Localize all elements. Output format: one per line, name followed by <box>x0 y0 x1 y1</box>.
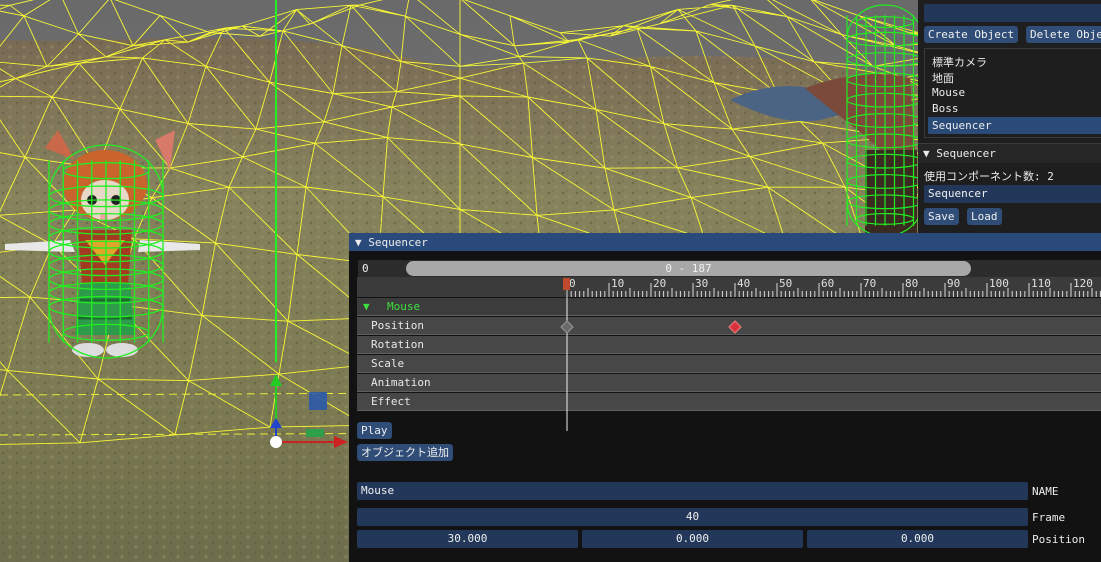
track-label: Rotation <box>371 338 424 351</box>
ruler-tick-label: 110 <box>1031 277 1051 290</box>
ruler-tick-label: 20 <box>653 277 666 290</box>
save-button[interactable]: Save <box>924 208 959 225</box>
track-row[interactable]: Rotation <box>357 336 1101 354</box>
frame-range-label: 0 - 187 <box>665 262 712 275</box>
position-z-field[interactable]: 0.000 <box>807 530 1028 548</box>
position-y-value: 0.000 <box>675 532 710 545</box>
sequencer-title: ▼ Sequencer <box>355 236 428 249</box>
load-button[interactable]: Load <box>967 208 1002 225</box>
ruler-tick-label: 50 <box>779 277 792 290</box>
frame-slider[interactable]: 40 <box>357 508 1028 526</box>
list-item[interactable]: 地面 <box>932 70 954 86</box>
track-label: Position <box>371 319 424 332</box>
track-label: Scale <box>371 357 405 370</box>
object-name-input[interactable] <box>924 4 1101 22</box>
frame-label: Frame <box>1032 511 1066 524</box>
track-row[interactable]: Position <box>357 317 1101 335</box>
group-row-mouse[interactable]: ▼ Mouse <box>357 298 1101 316</box>
ruler-tick-label: 120 <box>1073 277 1093 290</box>
position-x-field[interactable]: 30.000 <box>357 530 578 548</box>
frame-range-handle[interactable]: 0 - 187 <box>406 261 971 276</box>
playhead-handle[interactable] <box>563 278 570 290</box>
track-row[interactable]: Effect <box>357 393 1101 411</box>
sequencer-title-bar[interactable]: ▼ Sequencer <box>349 233 1101 251</box>
delete-object-button[interactable]: Delete Obje <box>1026 26 1101 43</box>
list-item[interactable]: Boss <box>932 102 959 115</box>
track-row[interactable]: Animation <box>357 374 1101 392</box>
ruler-tick-label: 90 <box>947 277 960 290</box>
list-item[interactable]: 標準カメラ <box>932 54 987 70</box>
object-list: 標準カメラ 地面 Mouse Boss Sequencer <box>924 48 1101 138</box>
ruler-tick-label: 10 <box>611 277 624 290</box>
frame-range-scrollbar[interactable]: 0 - 187 <box>406 260 1101 277</box>
ruler-tick-label: 70 <box>863 277 876 290</box>
component-count-label: 使用コンポーネント数: 2 <box>924 170 1054 183</box>
add-object-button[interactable]: オブジェクト追加 <box>357 444 453 461</box>
track-label: Effect <box>371 395 411 408</box>
name-input[interactable]: Mouse <box>357 482 1028 500</box>
group-name: Mouse <box>387 300 421 313</box>
position-x-value: 30.000 <box>447 532 488 545</box>
track-label: Animation <box>371 376 431 389</box>
frame-value: 40 <box>685 510 700 523</box>
ruler-tick-label: 100 <box>989 277 1009 290</box>
list-item-selected[interactable]: Sequencer <box>928 117 1101 134</box>
play-button[interactable]: Play <box>357 422 392 439</box>
ruler-tick-label: 60 <box>821 277 834 290</box>
list-item-label: Sequencer <box>932 119 992 132</box>
current-frame-field[interactable]: 0 <box>358 260 406 278</box>
timeline-ruler[interactable]: 0 10 20 30 40 50 60 70 80 90 100 110 120 <box>349 277 1101 297</box>
section-header-label: ▼ Sequencer <box>923 147 996 160</box>
ruler-tick-label: 40 <box>737 277 750 290</box>
position-label: Position <box>1032 533 1085 546</box>
position-y-field[interactable]: 0.000 <box>582 530 803 548</box>
create-object-button[interactable]: Create Object <box>924 26 1019 43</box>
name-label: NAME <box>1032 485 1059 498</box>
section-header[interactable]: ▼ Sequencer <box>918 143 1101 163</box>
position-z-value: 0.000 <box>900 532 935 545</box>
sequencer-window: ▼ Sequencer 0 0 - 187 0 10 20 30 40 50 60 70 80 9… <box>349 233 1101 562</box>
list-item[interactable]: Mouse <box>932 86 965 99</box>
ruler-tick-label: 30 <box>695 277 708 290</box>
group-arrow-icon: ▼ <box>363 300 370 313</box>
track-row[interactable]: Scale <box>357 355 1101 373</box>
component-name-field[interactable]: Sequencer <box>924 185 1101 203</box>
ruler-tick-label: 80 <box>905 277 918 290</box>
object-panel: Create Object Delete Obje 標準カメラ 地面 Mouse… <box>918 0 1101 234</box>
